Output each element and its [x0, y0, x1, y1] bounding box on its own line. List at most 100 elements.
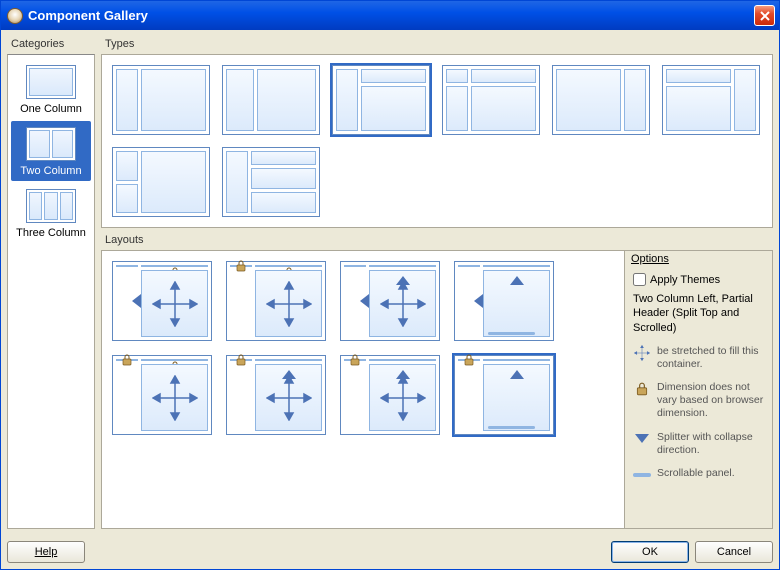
- splitter-up-icon: [396, 369, 410, 379]
- category-one-column[interactable]: One Column: [11, 59, 91, 119]
- layouts-grid: [110, 259, 618, 520]
- two-column-icon: [26, 127, 76, 161]
- content-area: Categories One Column Two Column Three C…: [1, 30, 779, 535]
- type-item-3[interactable]: [440, 63, 542, 137]
- window-title: Component Gallery: [28, 8, 754, 23]
- apply-themes-input[interactable]: [633, 273, 646, 286]
- footer: Help OK Cancel: [1, 535, 779, 569]
- lock-icon: [122, 354, 132, 366]
- type-thumb-icon: [112, 147, 210, 217]
- layouts-header: Layouts: [101, 232, 773, 250]
- category-label: One Column: [20, 103, 82, 115]
- types-panel: Types: [101, 36, 773, 228]
- splitter-left-icon: [132, 294, 142, 308]
- categories-panel: Categories One Column Two Column Three C…: [7, 36, 95, 529]
- lock-icon: [636, 382, 648, 396]
- splitter-up-icon: [510, 369, 524, 379]
- splitter-left-icon: [474, 294, 484, 308]
- category-three-column[interactable]: Three Column: [11, 183, 91, 243]
- layout-thumb-icon: [112, 355, 212, 435]
- type-item-7[interactable]: [220, 145, 322, 219]
- type-thumb-icon: [112, 65, 210, 135]
- lock-icon: [236, 260, 246, 272]
- options-body: Apply Themes Two Column Left, Partial He…: [625, 269, 772, 487]
- type-item-1[interactable]: [220, 63, 322, 137]
- legend-scroll: Scrollable panel.: [633, 467, 764, 483]
- category-label: Three Column: [16, 227, 86, 239]
- stretch-icon: [152, 375, 198, 421]
- scrollable-icon: [488, 332, 535, 335]
- layout-thumb-icon: [112, 261, 212, 341]
- lock-icon: [236, 354, 246, 366]
- one-column-icon: [26, 65, 76, 99]
- type-thumb-icon: [552, 65, 650, 135]
- stretch-icon: [266, 375, 312, 421]
- type-item-0[interactable]: [110, 63, 212, 137]
- type-item-2[interactable]: [330, 63, 432, 137]
- close-button[interactable]: [754, 5, 775, 26]
- legend-splitter: Splitter with collapse direction.: [633, 431, 764, 457]
- types-header: Types: [101, 36, 773, 54]
- layout-item-2[interactable]: [338, 259, 442, 343]
- details-area: Types: [101, 36, 773, 529]
- layout-thumb-icon: [454, 355, 554, 435]
- options-panel: Options Apply Themes Two Column Left, Pa…: [624, 251, 772, 528]
- layout-item-4[interactable]: [110, 353, 214, 437]
- app-icon: [7, 8, 23, 24]
- legend-stretch: be stretched to fill this container.: [633, 345, 764, 371]
- layouts-body: Options Apply Themes Two Column Left, Pa…: [101, 250, 773, 529]
- type-thumb-icon: [332, 65, 430, 135]
- options-header: Options: [625, 251, 772, 269]
- layout-item-7[interactable]: [452, 353, 556, 437]
- help-label: Help: [35, 546, 58, 558]
- selection-description: Two Column Left, Partial Header (Split T…: [633, 292, 764, 335]
- stretch-icon: [380, 281, 426, 327]
- type-thumb-icon: [662, 65, 760, 135]
- types-body: [101, 54, 773, 228]
- stretch-icon: [634, 345, 650, 361]
- stretch-icon: [266, 281, 312, 327]
- type-item-5[interactable]: [660, 63, 762, 137]
- lock-icon: [350, 354, 360, 366]
- layout-item-1[interactable]: [224, 259, 328, 343]
- type-thumb-icon: [222, 65, 320, 135]
- layout-item-6[interactable]: [338, 353, 442, 437]
- splitter-up-icon: [396, 275, 410, 285]
- titlebar: Component Gallery: [1, 1, 779, 30]
- splitter-up-icon: [282, 369, 296, 379]
- layout-thumb-icon: [226, 261, 326, 341]
- type-item-6[interactable]: [110, 145, 212, 219]
- apply-themes-checkbox[interactable]: Apply Themes: [633, 273, 764, 286]
- scrollable-icon: [488, 426, 535, 429]
- layout-item-0[interactable]: [110, 259, 214, 343]
- category-two-column[interactable]: Two Column: [11, 121, 91, 181]
- close-icon: [759, 10, 771, 22]
- splitter-icon: [635, 434, 649, 444]
- layout-thumb-icon: [340, 261, 440, 341]
- splitter-left-icon: [360, 294, 370, 308]
- layouts-panel: Layouts: [101, 232, 773, 529]
- type-item-4[interactable]: [550, 63, 652, 137]
- categories-list: One Column Two Column Three Column: [7, 54, 95, 529]
- layout-item-3[interactable]: [452, 259, 556, 343]
- legend-lock: Dimension does not vary based on browser…: [633, 381, 764, 420]
- stretch-icon: [380, 375, 426, 421]
- type-thumb-icon: [442, 65, 540, 135]
- stretch-icon: [152, 281, 198, 327]
- dialog-window: Component Gallery Categories One Column …: [0, 0, 780, 570]
- lock-icon: [464, 354, 474, 366]
- category-label: Two Column: [20, 165, 81, 177]
- ok-button[interactable]: OK: [611, 541, 689, 563]
- layout-thumb-icon: [226, 355, 326, 435]
- types-grid: [110, 63, 764, 219]
- three-column-icon: [26, 189, 76, 223]
- layout-thumb-icon: [454, 261, 554, 341]
- type-thumb-icon: [222, 147, 320, 217]
- help-button[interactable]: Help: [7, 541, 85, 563]
- apply-themes-label: Apply Themes: [650, 274, 720, 286]
- layout-item-5[interactable]: [224, 353, 328, 437]
- categories-header: Categories: [7, 36, 95, 54]
- scrollable-icon: [633, 471, 651, 479]
- layout-thumb-icon: [340, 355, 440, 435]
- cancel-button[interactable]: Cancel: [695, 541, 773, 563]
